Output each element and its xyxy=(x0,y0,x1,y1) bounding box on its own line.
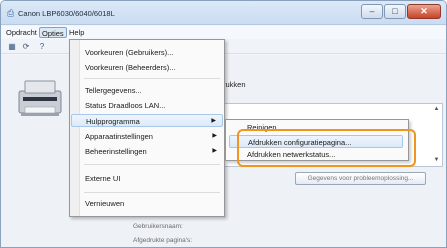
menu-item-counter-info[interactable]: Tellergegevens... xyxy=(71,84,223,97)
menu-item-utility[interactable]: Hulpprogramma ▶ xyxy=(71,114,223,127)
menu-separator xyxy=(84,78,220,79)
menu-bar: Opdracht Opties Help xyxy=(1,26,446,39)
printer-icon[interactable]: ▦ xyxy=(7,42,17,51)
menu-item-management-settings[interactable]: Beheerinstellingen ▶ xyxy=(71,145,223,158)
submenu-arrow-icon: ▶ xyxy=(212,133,217,139)
window-controls: – □ ✕ xyxy=(361,4,441,19)
options-dropdown-menu: Voorkeuren (Gebruikers)... Voorkeuren (B… xyxy=(69,39,225,217)
submenu-arrow-icon: ▶ xyxy=(211,118,216,124)
submenu-item-print-config-page[interactable]: Afdrukken configuratiepagina... xyxy=(229,135,403,148)
printer-image xyxy=(18,80,62,116)
printed-pages-label: Afgedrukte pagina's: xyxy=(133,237,193,244)
utility-submenu: Reinigen... Afdrukken configuratiepagina… xyxy=(225,119,409,161)
printer-app-icon: ⎙ xyxy=(7,8,15,18)
menu-item-management-settings-label: Beheerinstellingen xyxy=(85,147,147,156)
close-button[interactable]: ✕ xyxy=(407,4,441,19)
maximize-button[interactable]: □ xyxy=(384,4,406,19)
menu-item-utility-label: Hulpprogramma xyxy=(86,117,140,126)
menu-separator xyxy=(84,192,220,193)
scroll-up-icon[interactable]: ▲ xyxy=(433,106,440,113)
printer-status-label: rukken xyxy=(223,80,246,89)
refresh-icon[interactable]: ⟳ xyxy=(21,42,31,51)
menu-item-user-preferences[interactable]: Voorkeuren (Gebruikers)... xyxy=(71,46,223,59)
scroll-down-icon[interactable]: ▼ xyxy=(433,157,440,164)
minimize-button[interactable]: – xyxy=(361,4,383,19)
maximize-icon: □ xyxy=(392,6,398,16)
minimize-icon: – xyxy=(369,6,375,16)
username-label: Gebruikersnaam: xyxy=(133,223,183,230)
menu-separator xyxy=(84,164,220,165)
help-icon[interactable]: ? xyxy=(37,42,47,51)
title-bar: ⎙ Canon LBP6030/6040/6018L – □ ✕ xyxy=(1,1,446,25)
troubleshooting-button[interactable]: Gegevens voor probleemoplossing... xyxy=(295,172,426,185)
menu-opties[interactable]: Opties xyxy=(39,27,67,38)
menu-item-device-settings[interactable]: Apparaatinstellingen ▶ xyxy=(71,130,223,143)
submenu-arrow-icon: ▶ xyxy=(212,148,217,154)
menu-item-refresh[interactable]: Vernieuwen xyxy=(71,197,223,210)
menu-item-remote-ui[interactable]: Externe UI xyxy=(71,172,223,185)
menu-item-wireless-lan-status[interactable]: Status Draadloos LAN... xyxy=(71,99,223,112)
menu-opdracht[interactable]: Opdracht xyxy=(4,27,39,38)
window-title: Canon LBP6030/6040/6018L xyxy=(18,9,115,18)
app-window: ⎙ Canon LBP6030/6040/6018L – □ ✕ Opdrach… xyxy=(0,0,447,248)
submenu-item-print-network-status[interactable]: Afdrukken netwerkstatus... xyxy=(229,148,403,161)
close-icon: ✕ xyxy=(420,6,428,16)
menu-item-admin-preferences[interactable]: Voorkeuren (Beheerders)... xyxy=(71,61,223,74)
menu-item-device-settings-label: Apparaatinstellingen xyxy=(85,132,153,141)
menu-help[interactable]: Help xyxy=(67,27,86,38)
submenu-item-cleaning[interactable]: Reinigen... xyxy=(229,121,403,134)
